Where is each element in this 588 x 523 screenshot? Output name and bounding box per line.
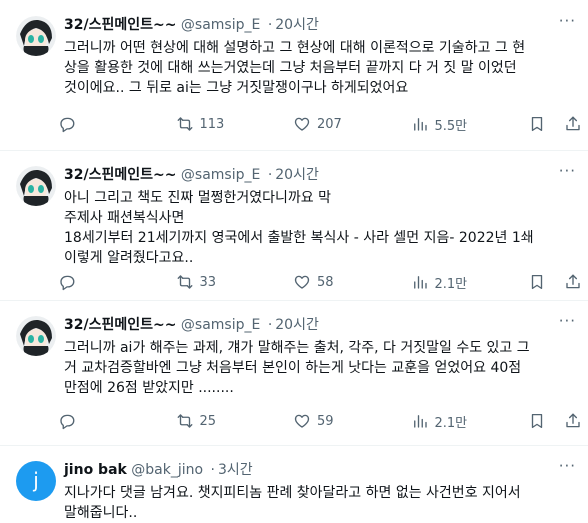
- more-options-icon[interactable]: ···: [559, 457, 576, 475]
- bookmark-icon[interactable]: [528, 115, 546, 133]
- more-options-icon[interactable]: ···: [559, 312, 576, 330]
- retweet-icon: [177, 414, 192, 428]
- tweet-text: 그러니까 ai가 해주는 과제, 걔가 말해주는 출처, 각주, 다 거짓말일 …: [64, 338, 582, 398]
- avatar-letter: j: [33, 468, 39, 492]
- retweet-count: 33: [199, 274, 217, 290]
- share-icon[interactable]: [564, 273, 582, 291]
- tweet-text-line: 만점에 26점 받았지만 ........: [64, 380, 234, 396]
- tweet-text-line: 지나가다 댓글 남겨요. 챗지피티놈 판례 찾아달라고 하면 없는 사건번호 지…: [64, 485, 521, 501]
- separator-dot: ·: [267, 17, 273, 33]
- timestamp[interactable]: 20시간: [275, 317, 319, 333]
- retweet-button[interactable]: 113: [176, 115, 236, 133]
- views-button[interactable]: 2.1만: [411, 273, 471, 292]
- tweet-header: 32/스핀메인트~~ @samsip_E · 20시간: [64, 166, 319, 184]
- reply-icon: [60, 117, 75, 133]
- anime-avatar-icon: [16, 316, 56, 356]
- retweet-icon: [177, 275, 192, 289]
- share-icon[interactable]: [564, 115, 582, 133]
- timestamp[interactable]: 3시간: [218, 462, 253, 478]
- tweet-text-line: 18세기부터 21세기까지 영국에서 출발한 복식사 - 사라 셀먼 지음- 2…: [64, 230, 534, 246]
- tweet[interactable]: 32/스핀메인트~~ @samsip_E · 20시간 ··· 아니 그리고 책도…: [0, 150, 588, 301]
- tweet[interactable]: 32/스핀메인트~~ @samsip_E · 20시간 ··· 그러니까 어떤 현…: [0, 0, 588, 151]
- bookmark-icon[interactable]: [528, 273, 546, 291]
- share-icon[interactable]: [564, 412, 582, 430]
- reply-button[interactable]: [58, 412, 118, 430]
- avatar[interactable]: [16, 166, 56, 206]
- retweet-button[interactable]: 25: [176, 412, 236, 430]
- action-bar: 33 58 2.1만: [58, 270, 582, 294]
- author-name[interactable]: 32/스핀메인트~~: [64, 317, 176, 333]
- heart-icon: [294, 117, 310, 131]
- tweet-text-line: 이렇게 알려줬다고요..: [64, 250, 194, 266]
- tweet-text-line: 그러니까 ai가 해주는 과제, 걔가 말해주는 출처, 각주, 다 거짓말일 …: [64, 340, 530, 356]
- reply-button[interactable]: [58, 273, 118, 291]
- tweet-text-line: 상을 활용한 것에 대해 쓰는거였는데 그냥 처음부터 끝까지 다 거 짓 말 …: [64, 60, 517, 76]
- tweet-text-line: 아니 그리고 책도 진짜 멀쩡한거였다니까요 막: [64, 190, 331, 206]
- timestamp[interactable]: 20시간: [275, 167, 319, 183]
- author-name[interactable]: 32/스핀메인트~~: [64, 167, 176, 183]
- tweet-header: 32/스핀메인트~~ @samsip_E · 20시간: [64, 16, 319, 34]
- author-handle[interactable]: @samsip_E: [181, 317, 260, 333]
- like-button[interactable]: 58: [293, 273, 353, 291]
- heart-icon: [294, 414, 310, 428]
- more-options-icon[interactable]: ···: [559, 12, 576, 30]
- tweet[interactable]: j jino bak @bak_jino · 3시간 ··· 지나가다 댓글 남겨…: [0, 445, 588, 522]
- anime-avatar-icon: [16, 16, 56, 56]
- tweet-text: 아니 그리고 책도 진짜 멀쩡한거였다니까요 막 주제사 패션복식사면 18세기…: [64, 188, 582, 268]
- tweet-text: 지나가다 댓글 남겨요. 챗지피티놈 판례 찾아달라고 하면 없는 사건번호 지…: [64, 483, 582, 523]
- tweet-text-line: 것이에요.. 그 뒤로 ai는 그냥 거짓말쟁이구나 하게되었어요: [64, 80, 409, 96]
- tweet-tools: [528, 412, 582, 430]
- like-count: 59: [317, 413, 334, 429]
- like-count: 207: [317, 116, 342, 132]
- tweet-header: jino bak @bak_jino · 3시간: [64, 461, 253, 479]
- tweet-text-line: 주제사 패션복식사면: [64, 210, 185, 226]
- views-chart-icon: [413, 276, 427, 289]
- views-chart-icon: [413, 118, 427, 131]
- tweet-tools: [528, 273, 582, 291]
- like-button[interactable]: 207: [293, 115, 353, 133]
- tweet[interactable]: 32/스핀메인트~~ @samsip_E · 20시간 ··· 그러니까 ai가 …: [0, 300, 588, 446]
- action-bar: 25 59 2.1만: [58, 409, 582, 433]
- separator-dot: ·: [210, 462, 215, 478]
- view-count: 2.1만: [434, 276, 468, 292]
- author-handle[interactable]: @samsip_E: [181, 167, 260, 183]
- like-count: 58: [317, 274, 334, 290]
- retweet-count: 25: [199, 413, 217, 429]
- tweet-header: 32/스핀메인트~~ @samsip_E · 20시간: [64, 316, 319, 334]
- tweet-text: 그러니까 어떤 현상에 대해 설명하고 그 현상에 대해 이론적으로 기술하고 …: [64, 38, 582, 98]
- view-count: 5.5만: [434, 118, 468, 134]
- tweet-text-line: 말해줍니다..: [64, 505, 138, 521]
- author-name[interactable]: 32/스핀메인트~~: [64, 17, 176, 33]
- views-button[interactable]: 5.5만: [411, 115, 471, 134]
- reply-button[interactable]: [58, 115, 118, 133]
- bookmark-icon[interactable]: [528, 412, 546, 430]
- tweet-tools: [528, 115, 582, 133]
- retweet-button[interactable]: 33: [176, 273, 236, 291]
- author-name[interactable]: jino bak: [64, 462, 127, 478]
- tweet-text-line: 그러니까 어떤 현상에 대해 설명하고 그 현상에 대해 이론적으로 기술하고 …: [64, 40, 526, 56]
- views-chart-icon: [413, 415, 427, 428]
- view-count: 2.1만: [434, 415, 468, 431]
- retweet-icon: [177, 117, 192, 131]
- tweet-text-line: 거 교차검증할바엔 그냥 처음부터 본인이 하는게 낫다는 교훈을 얻었어요 4…: [64, 360, 522, 376]
- avatar[interactable]: [16, 16, 56, 56]
- more-options-icon[interactable]: ···: [559, 162, 576, 180]
- avatar[interactable]: j: [16, 461, 56, 501]
- author-handle[interactable]: @bak_jino: [131, 462, 203, 478]
- separator-dot: ·: [267, 317, 273, 333]
- retweet-count: 113: [199, 116, 225, 132]
- separator-dot: ·: [267, 167, 273, 183]
- views-button[interactable]: 2.1만: [411, 412, 471, 431]
- action-bar: 113 207 5.5만: [58, 112, 582, 136]
- heart-icon: [294, 275, 310, 289]
- reply-icon: [60, 275, 75, 291]
- author-handle[interactable]: @samsip_E: [181, 17, 260, 33]
- timestamp[interactable]: 20시간: [275, 17, 319, 33]
- avatar[interactable]: [16, 316, 56, 356]
- like-button[interactable]: 59: [293, 412, 353, 430]
- anime-avatar-icon: [16, 166, 56, 206]
- reply-icon: [60, 414, 75, 430]
